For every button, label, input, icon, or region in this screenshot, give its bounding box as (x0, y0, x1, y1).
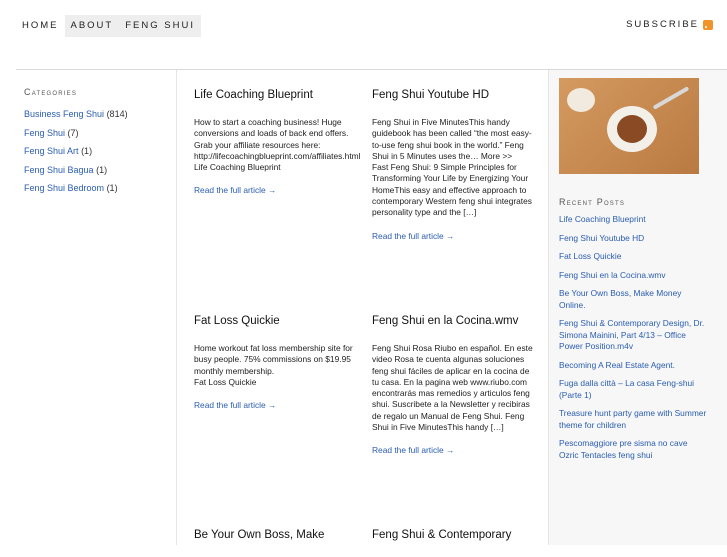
category-item: Feng Shui (7) (24, 124, 128, 143)
category-count: (1) (81, 146, 93, 156)
category-link[interactable]: Feng Shui Bedroom (24, 183, 104, 193)
post-card: Fat Loss Quickie Home workout fat loss m… (194, 314, 359, 411)
category-item: Feng Shui Art (1) (24, 142, 128, 161)
nav-about-link[interactable]: ABOUT (64, 15, 120, 37)
category-item: Feng Shui Bedroom (1) (24, 179, 128, 198)
post-title-link[interactable]: Feng Shui Youtube HD (372, 89, 489, 101)
categories-list: Business Feng Shui (814) Feng Shui (7) F… (24, 105, 128, 198)
recent-posts-heading: Recent Posts (559, 197, 626, 207)
post-excerpt: Home workout fat loss membership site fo… (194, 343, 353, 387)
nav-feng-shui-link[interactable]: FENG SHUI (119, 15, 201, 37)
rss-feed-icon (703, 19, 713, 30)
recent-posts-sidebar: Recent Posts Life Coaching Blueprint Fen… (548, 70, 727, 545)
recent-post-link[interactable]: Treasure hunt party game with Summer the… (559, 408, 706, 430)
top-navigation: HOME ABOUT FENG SHUI (16, 15, 201, 37)
recent-post-link[interactable]: Be Your Own Boss, Make Money Online. (559, 288, 681, 310)
post-excerpt: Feng Shui Rosa Riubo en español. En este… (372, 343, 533, 433)
read-more-link[interactable]: Read the full article → (194, 400, 359, 411)
post-title-link[interactable]: Feng Shui & Contemporary (372, 529, 511, 541)
subscribe-label: SUBSCRIBE (626, 19, 699, 30)
category-link[interactable]: Feng Shui Bagua (24, 165, 94, 175)
category-count: (7) (67, 127, 79, 138)
category-link[interactable]: Feng Shui (24, 128, 65, 138)
recent-post-link[interactable]: Pescomaggiore pre sisma no cave Ozric Te… (559, 438, 687, 460)
post-card: Feng Shui Youtube HD Feng Shui in Five M… (372, 88, 537, 242)
recent-post-link[interactable]: Feng Shui & Contemporary Design, Dr. Sim… (559, 318, 704, 351)
recent-post-link[interactable]: Becoming A Real Estate Agent. (559, 360, 675, 370)
food-plate-photo (559, 78, 699, 174)
subscribe-link[interactable]: SUBSCRIBE (626, 19, 713, 30)
categories-heading: Categories (24, 87, 78, 97)
categories-sidebar: Categories Business Feng Shui (814) Feng… (16, 70, 177, 545)
post-excerpt: Feng Shui in Five MinutesThis handy guid… (372, 117, 532, 218)
nav-home-link[interactable]: HOME (16, 15, 65, 37)
category-item: Business Feng Shui (814) (24, 105, 128, 124)
category-link[interactable]: Feng Shui Art (24, 146, 79, 156)
post-card: Feng Shui en la Cocina.wmv Feng Shui Ros… (372, 314, 537, 457)
recent-post-link[interactable]: Feng Shui Youtube HD (559, 233, 644, 243)
category-count: (814) (106, 109, 128, 119)
recent-post-link[interactable]: Life Coaching Blueprint (559, 214, 646, 224)
read-more-link[interactable]: Read the full article → (372, 445, 537, 456)
recent-posts-list: Life Coaching Blueprint Feng Shui Youtub… (559, 214, 709, 468)
post-title-link[interactable]: Fat Loss Quickie (194, 315, 280, 327)
category-count: (1) (106, 183, 118, 193)
post-card: Feng Shui & Contemporary (372, 528, 537, 557)
recent-post-link[interactable]: Fat Loss Quickie (559, 251, 621, 261)
category-link[interactable]: Business Feng Shui (24, 109, 104, 119)
category-count: (1) (96, 164, 108, 175)
category-item: Feng Shui Bagua (1) (24, 161, 128, 180)
recent-post-link[interactable]: Feng Shui en la Cocina.wmv (559, 270, 666, 280)
post-title-link[interactable]: Be Your Own Boss, Make (194, 529, 324, 541)
recent-post-link[interactable]: Fuga dalla città – La casa Feng-shui (Pa… (559, 378, 694, 400)
post-title-link[interactable]: Feng Shui en la Cocina.wmv (372, 315, 518, 327)
post-card: Life Coaching Blueprint How to start a c… (194, 88, 361, 197)
post-excerpt: How to start a coaching business! Huge c… (194, 117, 361, 173)
read-more-link[interactable]: Read the full article → (372, 231, 537, 242)
post-card: Be Your Own Boss, Make (194, 528, 359, 557)
post-title-link[interactable]: Life Coaching Blueprint (194, 89, 313, 101)
read-more-link[interactable]: Read the full article → (194, 185, 359, 196)
